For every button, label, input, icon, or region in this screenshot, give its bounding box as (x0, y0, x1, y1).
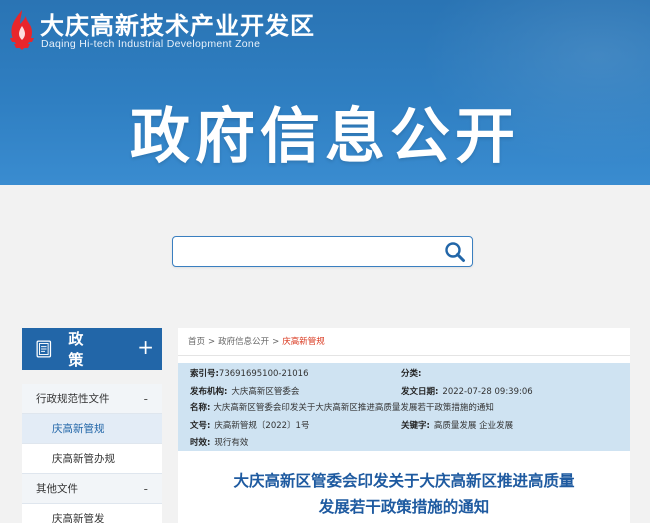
date-label: 发文日期: (401, 387, 439, 397)
breadcrumb-current[interactable]: 庆高新管规 (282, 337, 325, 347)
breadcrumb-separator: > (272, 337, 280, 347)
document-title-line: 发展若干政策措施的通知 (318, 498, 490, 516)
index-label: 索引号: (190, 369, 219, 379)
meta-row: 文号: 庆高新管规〔2022〕1号 关键字: 高质量发展 企业发展 (178, 419, 630, 433)
document-meta-table: 索引号:73691695100-21016 分类: 发布机构: 大庆高新区管委会 … (178, 363, 630, 451)
sidebar-list: 行政规范性文件 - 庆高新管规 庆高新管办规 其他文件 - 庆高新管发 (22, 384, 162, 523)
sidebar-item-label: 行政规范性文件 (36, 393, 110, 405)
keywords-value: 高质量发展 企业发展 (433, 421, 514, 431)
collapse-icon[interactable]: - (144, 482, 148, 496)
sidebar-item-qgxgg[interactable]: 庆高新管规 (22, 414, 162, 444)
search-input[interactable] (181, 241, 431, 263)
sidebar-item-other-docs[interactable]: 其他文件 - (22, 474, 162, 504)
keywords-label: 关键字: (401, 421, 430, 431)
meta-row: 时效: 现行有效 (178, 436, 630, 450)
sidebar-item-label: 庆高新管办规 (52, 453, 115, 465)
search-box (172, 236, 473, 267)
name-label: 名称: (190, 403, 211, 413)
name-value: 大庆高新区管委会印发关于大庆高新区推进高质量发展若干政策措施的通知 (213, 403, 494, 413)
sidebar-item-label: 庆高新管规 (52, 423, 105, 435)
collapse-icon[interactable]: - (144, 392, 148, 406)
document-title-line: 大庆高新区管委会印发关于大庆高新区推进高质量 (233, 472, 575, 490)
document-title: 大庆高新区管委会印发关于大庆高新区推进高质量 发展若干政策措施的通知 (178, 468, 630, 520)
flame-logo-icon[interactable] (4, 8, 40, 52)
publisher-label: 发布机构: (190, 387, 228, 397)
docno-label: 文号: (190, 421, 211, 431)
category-label: 分类: (401, 369, 422, 379)
search-icon[interactable] (444, 241, 466, 263)
publisher-value: 大庆高新区管委会 (231, 387, 300, 397)
sidebar-item-qgxgf[interactable]: 庆高新管发 (22, 504, 162, 523)
hero-title: 政府信息公开 (130, 102, 520, 172)
docno-value: 庆高新管规〔2022〕1号 (214, 421, 310, 431)
validity-value: 现行有效 (214, 438, 249, 448)
site-name[interactable]: 大庆高新技术产业开发区 (40, 6, 315, 41)
date-value: 2022-07-28 09:39:06 (442, 387, 533, 397)
breadcrumb-home[interactable]: 首页 (188, 337, 205, 347)
header-banner: 大庆高新技术产业开发区 Daqing Hi-tech Industrial De… (0, 0, 650, 185)
sidebar-item-qgxgbg[interactable]: 庆高新管办规 (22, 444, 162, 474)
sidebar-header[interactable]: 政 策 + (22, 328, 162, 370)
breadcrumb-info-disclosure[interactable]: 政府信息公开 (218, 337, 269, 347)
meta-row: 名称: 大庆高新区管委会印发关于大庆高新区推进高质量发展若干政策措施的通知 (178, 401, 630, 415)
sidebar-item-label: 庆高新管发 (52, 513, 105, 523)
expand-icon[interactable]: + (137, 337, 154, 357)
breadcrumb: 首页 > 政府信息公开 > 庆高新管规 (188, 335, 325, 347)
meta-row: 索引号:73691695100-21016 分类: (178, 367, 630, 381)
sidebar-item-normative-docs[interactable]: 行政规范性文件 - (22, 384, 162, 414)
validity-label: 时效: (190, 438, 211, 448)
index-value: 73691695100-21016 (218, 369, 309, 379)
sidebar-item-label: 其他文件 (36, 483, 78, 495)
sidebar: 政 策 + 行政规范性文件 - 庆高新管规 庆高新管办规 其他文件 - 庆高新管… (22, 328, 162, 523)
breadcrumb-separator: > (208, 337, 216, 347)
site-name-en: Daqing Hi-tech Industrial Development Zo… (41, 38, 261, 50)
document-icon (36, 340, 52, 358)
divider (178, 355, 630, 356)
meta-row: 发布机构: 大庆高新区管委会 发文日期: 2022-07-28 09:39:06 (178, 385, 630, 399)
main-content: 首页 > 政府信息公开 > 庆高新管规 索引号:73691695100-21016 分类… (178, 328, 630, 523)
